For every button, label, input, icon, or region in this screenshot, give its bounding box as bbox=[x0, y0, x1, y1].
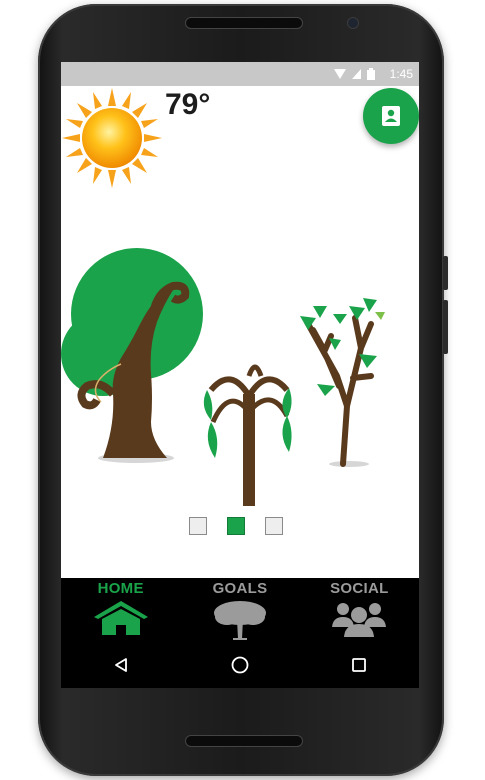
tab-home[interactable]: HOME bbox=[61, 578, 180, 642]
tab-goals-label: GOALS bbox=[212, 580, 268, 597]
top-speaker bbox=[186, 18, 302, 28]
recents-button[interactable] bbox=[329, 645, 389, 685]
page-dot-2[interactable] bbox=[227, 517, 245, 535]
group-icon bbox=[332, 603, 387, 637]
power-button bbox=[443, 300, 448, 354]
battery-icon bbox=[367, 68, 375, 80]
temperature-label: 79° bbox=[165, 88, 211, 121]
main-content: 79° bbox=[61, 86, 419, 578]
sun-icon bbox=[62, 88, 162, 188]
sparse-tree bbox=[300, 298, 385, 467]
bush-tree bbox=[61, 248, 203, 463]
back-button[interactable] bbox=[91, 645, 151, 685]
recents-square-icon bbox=[352, 658, 367, 672]
tab-home-label: HOME bbox=[97, 580, 144, 597]
signal-icon bbox=[352, 69, 361, 79]
back-triangle-icon bbox=[114, 658, 127, 672]
bottom-tab-bar: HOME GOALS SOCIAL bbox=[61, 578, 419, 642]
contact-card-icon bbox=[382, 106, 400, 126]
tab-social[interactable]: SOCIAL bbox=[300, 578, 419, 642]
tab-goals[interactable]: GOALS bbox=[180, 578, 299, 642]
home-icon bbox=[93, 601, 148, 635]
weeping-tree bbox=[203, 364, 292, 506]
front-camera bbox=[348, 18, 358, 28]
home-circle-icon bbox=[231, 656, 249, 674]
home-button[interactable] bbox=[210, 645, 270, 685]
page-dot-3[interactable] bbox=[265, 517, 283, 535]
status-icons bbox=[334, 68, 375, 80]
carousel-indicator bbox=[189, 517, 283, 535]
wifi-icon bbox=[334, 69, 346, 79]
contact-fab-button[interactable] bbox=[363, 88, 419, 144]
tree-icon bbox=[213, 601, 266, 640]
page-dot-1[interactable] bbox=[189, 517, 207, 535]
status-bar: 1:45 bbox=[61, 62, 419, 86]
bottom-speaker bbox=[186, 736, 302, 746]
system-nav-bar bbox=[61, 642, 419, 688]
tab-social-label: SOCIAL bbox=[330, 580, 389, 597]
trees-illustration bbox=[61, 248, 385, 506]
status-time: 1:45 bbox=[389, 67, 413, 81]
volume-button bbox=[443, 256, 448, 290]
screen: 1:45 79° HOME GOALS SOCIAL bbox=[61, 62, 419, 688]
